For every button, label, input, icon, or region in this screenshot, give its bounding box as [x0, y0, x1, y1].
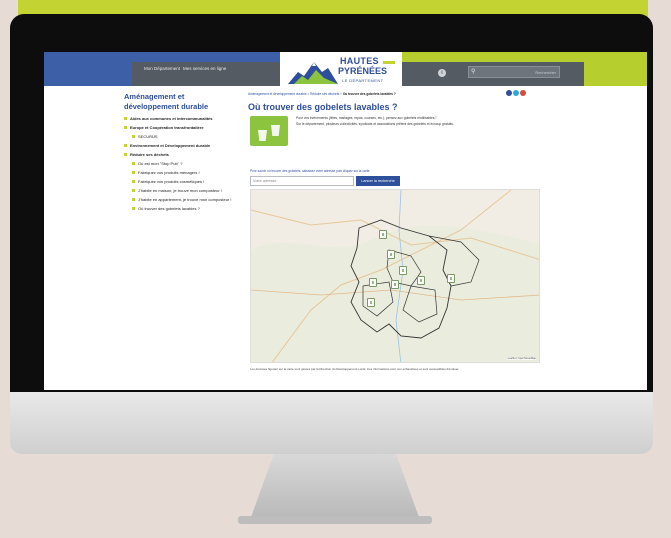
mountain-logo-icon: [288, 62, 338, 84]
intro-paragraph-2: Sur le département, plusieurs collectivi…: [296, 122, 454, 126]
bullet-icon: [124, 117, 127, 120]
page-title: Où trouver des gobelets lavables ?: [248, 102, 398, 112]
site-logo[interactable]: HAUTES PYRÉNÉES LE DÉPARTEMENT: [280, 52, 402, 90]
breadcrumb: Aménagement et développement durable > R…: [248, 92, 468, 96]
imac-stand-foot: [238, 516, 432, 524]
sidebar-item-environnement[interactable]: Environnement et Développement durable: [124, 143, 236, 148]
map-marker[interactable]: [399, 266, 407, 275]
sidebar-item-composteur-maison[interactable]: J'habite en maison, je trouve mon compos…: [124, 188, 236, 193]
logo-accent-dash: [383, 61, 395, 64]
imac-monitor: Mon Département Mes services en ligne HA…: [10, 14, 653, 454]
breadcrumb-current: Où trouver des gobelets lavables ?: [342, 92, 396, 96]
screen: Mon Département Mes services en ligne HA…: [44, 52, 647, 390]
bullet-icon: [132, 180, 135, 183]
reusable-cups-illustration: [250, 116, 288, 146]
monitor-chin: [10, 392, 653, 454]
sidebar-item-reduire-dechets[interactable]: Réduire ses déchets: [124, 152, 236, 157]
apple-logo-icon: [318, 408, 344, 436]
logo-text-hautes: HAUTES: [340, 56, 379, 66]
bullet-icon: [132, 189, 135, 192]
bullet-icon: [132, 135, 135, 138]
search-input[interactable]: ⚲ Rechercher: [468, 66, 560, 78]
logo-text-departement: LE DÉPARTEMENT: [342, 78, 384, 83]
map-canvas: [251, 190, 539, 362]
breadcrumb-path[interactable]: Aménagement et développement durable > R…: [248, 92, 343, 96]
imac-stand: [250, 454, 420, 520]
map-marker[interactable]: [447, 274, 455, 283]
info-icon[interactable]: i: [438, 69, 446, 77]
facebook-share-icon[interactable]: [506, 90, 512, 96]
address-search-hint: Pour savoir où trouver des gobelets, sai…: [250, 169, 371, 173]
search-placeholder: Rechercher: [535, 70, 556, 75]
map-marker[interactable]: [387, 250, 395, 259]
site-header: Mon Département Mes services en ligne HA…: [44, 52, 647, 90]
intro-text: Pour vos événements (fêtes, mariages, re…: [296, 116, 536, 128]
cup-icon: [258, 130, 267, 141]
logo-text-pyrenees: PYRÉNÉES: [338, 66, 388, 76]
map-marker[interactable]: [379, 230, 387, 239]
search-icon: ⚲: [471, 68, 476, 75]
sidebar: Aménagement et développement durable Aid…: [124, 92, 236, 312]
bullet-icon: [132, 171, 135, 174]
map-marker[interactable]: [391, 280, 399, 289]
email-share-icon[interactable]: [520, 90, 526, 96]
bullet-icon: [124, 153, 127, 156]
bullet-icon: [132, 198, 135, 201]
map-footnote: Les données figurant sur la carte sont g…: [250, 367, 460, 371]
sidebar-item-produits-cosmetiques[interactable]: Fabriquez vos produits cosmétiques !: [124, 179, 236, 184]
address-input[interactable]: [250, 176, 354, 186]
bullet-icon: [132, 207, 135, 210]
map-marker[interactable]: [369, 278, 377, 287]
nav-link-mon-departement[interactable]: Mon Département: [144, 66, 180, 71]
intro-paragraph-1: Pour vos événements (fêtes, mariages, re…: [296, 116, 437, 120]
sidebar-item-produits-menagers[interactable]: Fabriquez vos produits ménagers !: [124, 170, 236, 175]
map-attribution[interactable]: Leaflet | OpenStreetMap: [507, 357, 536, 360]
launch-search-button[interactable]: Lancer la recherche: [356, 176, 400, 186]
twitter-share-icon[interactable]: [513, 90, 519, 96]
sidebar-item-stop-pub[interactable]: Où est mon "Stop Pub" ?: [124, 161, 236, 166]
bullet-icon: [124, 144, 127, 147]
sidebar-item-aides-communes[interactable]: Aides aux communes et intercommunalités: [124, 116, 236, 121]
sidebar-item-securus[interactable]: SECURUS: [124, 134, 236, 139]
map-marker[interactable]: [417, 276, 425, 285]
sidebar-title: Aménagement et développement durable: [124, 92, 209, 111]
sidebar-item-europe[interactable]: Europe et Coopération transfrontalière: [124, 125, 236, 130]
sidebar-item-gobelets[interactable]: Où trouver des gobelets lavables ?: [124, 206, 236, 211]
map[interactable]: Leaflet | OpenStreetMap: [250, 189, 540, 363]
nav-link-services-en-ligne[interactable]: Mes services en ligne: [183, 66, 226, 71]
bullet-icon: [132, 162, 135, 165]
bullet-icon: [124, 126, 127, 129]
sidebar-item-composteur-appartement[interactable]: J'habite en appartement, je trouve mon c…: [124, 197, 236, 202]
cup-icon: [271, 125, 280, 136]
map-marker[interactable]: [367, 298, 375, 307]
